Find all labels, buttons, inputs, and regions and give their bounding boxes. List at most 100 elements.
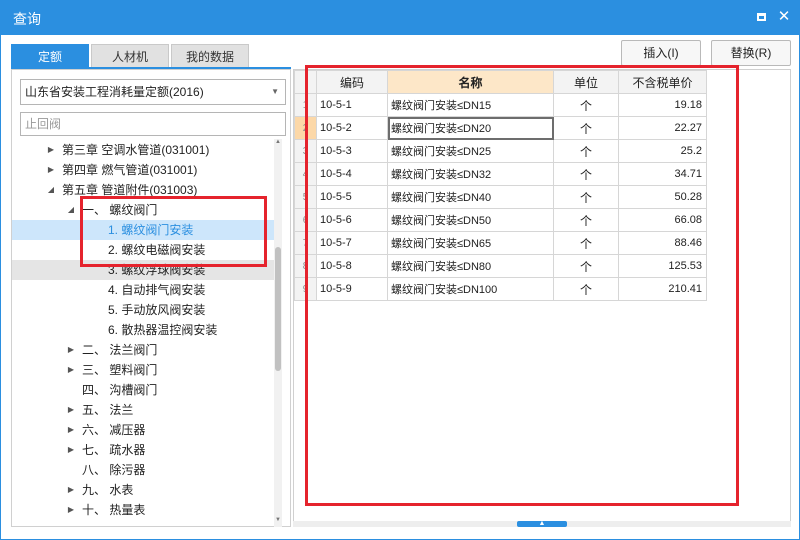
tree-item[interactable]: ▶ 九、 水表 — [12, 480, 274, 500]
tree-item[interactable]: ▶ 第四章 燃气管道(031001) — [12, 160, 274, 180]
cell-code[interactable]: 10-5-9 — [316, 277, 388, 301]
cell-price[interactable]: 19.18 — [618, 93, 707, 117]
tree-expand-icon[interactable]: ▶ — [66, 480, 76, 500]
title-bar[interactable]: 查询 ✕ — [1, 1, 799, 35]
cell-name[interactable]: 螺纹阀门安装≤DN80 — [387, 254, 554, 278]
scroll-up-icon[interactable]: ▲ — [274, 139, 282, 145]
cell-name[interactable]: 螺纹阀门安装≤DN20 — [387, 116, 554, 140]
tree-item[interactable]: 四、 沟槽阀门 — [12, 380, 274, 400]
tab-my-data[interactable]: 我的数据 — [171, 44, 249, 68]
cell-unit[interactable]: 个 — [553, 231, 619, 255]
table-row[interactable]: 4 10-5-4 螺纹阀门安装≤DN32 个 34.71 — [294, 162, 707, 186]
tree-expand-icon[interactable]: ▶ — [46, 160, 56, 180]
tree-item[interactable]: ▶ 第三章 空调水管道(031001) — [12, 140, 274, 160]
tree-item[interactable]: 八、 除污器 — [12, 460, 274, 480]
table-row[interactable]: 8 10-5-8 螺纹阀门安装≤DN80 个 125.53 — [294, 254, 707, 278]
cell-unit[interactable]: 个 — [553, 139, 619, 163]
table-row[interactable]: 2 10-5-2 螺纹阀门安装≤DN20 个 22.27 — [294, 116, 707, 140]
tree-expand-icon[interactable]: ▶ — [66, 340, 76, 360]
cell-unit[interactable]: 个 — [553, 93, 619, 117]
table-row[interactable]: 3 10-5-3 螺纹阀门安装≤DN25 个 25.2 — [294, 139, 707, 163]
table-row[interactable]: 5 10-5-5 螺纹阀门安装≤DN40 个 50.28 — [294, 185, 707, 209]
column-header-unit[interactable]: 单位 — [553, 70, 619, 94]
column-header-code[interactable]: 编码 — [316, 70, 388, 94]
tree-item[interactable]: 5. 手动放风阀安装 — [12, 300, 274, 320]
cell-price[interactable]: 25.2 — [618, 139, 707, 163]
cell-price[interactable]: 34.71 — [618, 162, 707, 186]
tree-expand-icon[interactable]: ▶ — [66, 440, 76, 460]
cell-unit[interactable]: 个 — [553, 116, 619, 140]
cell-unit[interactable]: 个 — [553, 162, 619, 186]
tree-item[interactable]: ▶ 二、 法兰阀门 — [12, 340, 274, 360]
scrollbar-thumb[interactable] — [275, 247, 281, 371]
cell-name[interactable]: 螺纹阀门安装≤DN40 — [387, 185, 554, 209]
library-select[interactable]: 山东省安装工程消耗量定额(2016) ▼ — [20, 79, 286, 105]
cell-unit[interactable]: 个 — [553, 277, 619, 301]
table-row[interactable]: 1 10-5-1 螺纹阀门安装≤DN15 个 19.18 — [294, 93, 707, 117]
cell-code[interactable]: 10-5-2 — [316, 116, 388, 140]
collapse-handle[interactable]: ▲ — [517, 520, 567, 527]
close-icon[interactable]: ✕ — [774, 7, 794, 27]
chevron-down-icon[interactable]: ▼ — [271, 80, 279, 104]
tree-item[interactable]: 3. 螺纹浮球阀安装 — [12, 260, 274, 280]
tree-item[interactable]: 6. 散热器温控阀安装 — [12, 320, 274, 340]
cell-code[interactable]: 10-5-8 — [316, 254, 388, 278]
cell-code[interactable]: 10-5-3 — [316, 139, 388, 163]
row-number[interactable]: 8 — [294, 254, 317, 278]
cell-price[interactable]: 66.08 — [618, 208, 707, 232]
column-header-price[interactable]: 不含税单价 — [618, 70, 707, 94]
tree-expand-icon[interactable]: ▶ — [66, 500, 76, 520]
table-row[interactable]: 7 10-5-7 螺纹阀门安装≤DN65 个 88.46 — [294, 231, 707, 255]
table-row[interactable]: 9 10-5-9 螺纹阀门安装≤DN100 个 210.41 — [294, 277, 707, 301]
tree-expand-icon[interactable]: ▶ — [66, 400, 76, 420]
tree-item[interactable]: ▶ 十、 热量表 — [12, 500, 274, 520]
grid-horizontal-scrollbar[interactable]: ▲ — [293, 520, 791, 527]
tree-item[interactable]: ▶ 七、 疏水器 — [12, 440, 274, 460]
cell-name[interactable]: 螺纹阀门安装≤DN25 — [387, 139, 554, 163]
row-number[interactable]: 9 — [294, 277, 317, 301]
tree-item[interactable]: 1. 螺纹阀门安装 — [12, 220, 274, 240]
tree-collapse-icon[interactable]: ◢ — [66, 200, 76, 220]
cell-code[interactable]: 10-5-1 — [316, 93, 388, 117]
cell-name[interactable]: 螺纹阀门安装≤DN65 — [387, 231, 554, 255]
cell-unit[interactable]: 个 — [553, 254, 619, 278]
search-input[interactable]: 止回阀 — [20, 112, 286, 136]
tree-collapse-icon[interactable]: ◢ — [46, 180, 56, 200]
cell-code[interactable]: 10-5-5 — [316, 185, 388, 209]
cell-name[interactable]: 螺纹阀门安装≤DN15 — [387, 93, 554, 117]
scroll-down-icon[interactable]: ▼ — [274, 517, 282, 523]
row-number[interactable]: 1 — [294, 93, 317, 117]
cell-price[interactable]: 88.46 — [618, 231, 707, 255]
table-row[interactable]: 6 10-5-6 螺纹阀门安装≤DN50 个 66.08 — [294, 208, 707, 232]
tree-expand-icon[interactable]: ▶ — [66, 420, 76, 440]
cell-name[interactable]: 螺纹阀门安装≤DN100 — [387, 277, 554, 301]
cell-price[interactable]: 210.41 — [618, 277, 707, 301]
tree-item[interactable]: ▶ 三、 塑料阀门 — [12, 360, 274, 380]
tree-item[interactable]: ◢ 第五章 管道附件(031003) — [12, 180, 274, 200]
minimize-icon[interactable] — [751, 7, 771, 27]
tree-item[interactable]: ▶ 六、 减压器 — [12, 420, 274, 440]
tree-item[interactable]: 4. 自动排气阀安装 — [12, 280, 274, 300]
row-number[interactable]: 6 — [294, 208, 317, 232]
cell-name[interactable]: 螺纹阀门安装≤DN50 — [387, 208, 554, 232]
cell-price[interactable]: 50.28 — [618, 185, 707, 209]
cell-price[interactable]: 125.53 — [618, 254, 707, 278]
column-header-name[interactable]: 名称 — [387, 70, 554, 94]
tree-expand-icon[interactable]: ▶ — [46, 140, 56, 160]
cell-unit[interactable]: 个 — [553, 185, 619, 209]
row-number[interactable]: 4 — [294, 162, 317, 186]
row-number[interactable]: 2 — [294, 116, 317, 140]
row-number[interactable]: 7 — [294, 231, 317, 255]
cell-price[interactable]: 22.27 — [618, 116, 707, 140]
cell-name[interactable]: 螺纹阀门安装≤DN32 — [387, 162, 554, 186]
cell-code[interactable]: 10-5-6 — [316, 208, 388, 232]
row-number[interactable]: 3 — [294, 139, 317, 163]
cell-code[interactable]: 10-5-7 — [316, 231, 388, 255]
tab-labor-material-machine[interactable]: 人材机 — [91, 44, 169, 68]
cell-unit[interactable]: 个 — [553, 208, 619, 232]
tree-item[interactable]: ◢ 一、 螺纹阀门 — [12, 200, 274, 220]
row-number[interactable]: 5 — [294, 185, 317, 209]
tree-scrollbar[interactable]: ▲ ▼ — [274, 139, 282, 527]
insert-button[interactable]: 插入(I) — [621, 40, 701, 66]
tree-item[interactable]: ▶ 五、 法兰 — [12, 400, 274, 420]
